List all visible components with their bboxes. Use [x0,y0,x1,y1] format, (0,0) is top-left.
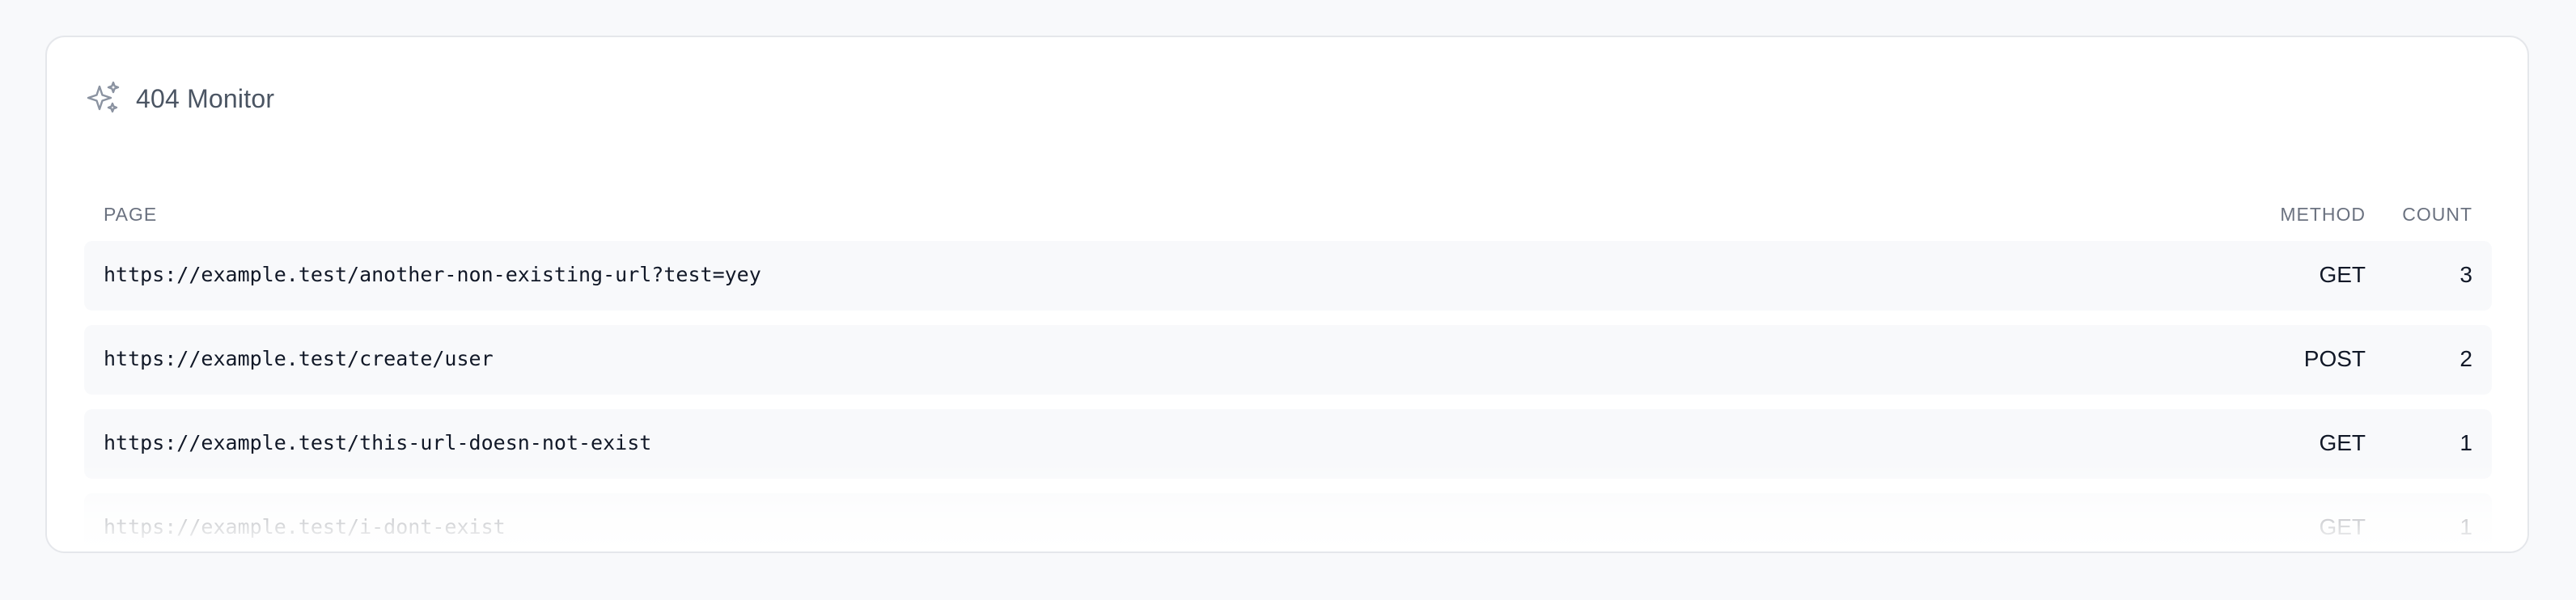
row-count: 3 [2459,262,2472,287]
row-method: POST [2303,346,2366,371]
row-count: 2 [2459,346,2472,371]
column-header-page: PAGE [104,204,158,225]
row-method: GET [2319,262,2366,287]
row-method: GET [2319,514,2366,539]
monitor-card: 404 Monitor PAGE METHOD COUNT https://ex… [45,36,2529,553]
card-header: 404 Monitor [86,76,274,121]
row-url: https://example.test/create/user [104,347,494,370]
column-header-count: COUNT [2402,204,2472,225]
row-method: GET [2319,430,2366,455]
table-row[interactable]: https://example.test/create/user POST 2 [84,325,2492,395]
not-found-table: PAGE METHOD COUNT https://example.test/a… [84,199,2492,551]
column-header-method: METHOD [2280,204,2366,225]
table-header: PAGE METHOD COUNT [84,199,2492,231]
row-url: https://example.test/another-non-existin… [104,263,761,286]
row-count: 1 [2459,430,2472,455]
card-title: 404 Monitor [136,83,275,113]
table-row[interactable]: https://example.test/i-dont-exist GET 1 [84,493,2492,551]
row-url: https://example.test/i-dont-exist [104,515,506,539]
sparkles-icon [86,80,123,117]
table-body: https://example.test/another-non-existin… [84,241,2492,551]
table-row[interactable]: https://example.test/another-non-existin… [84,241,2492,311]
row-count: 1 [2459,514,2472,539]
table-row[interactable]: https://example.test/this-url-doesn-not-… [84,409,2492,479]
row-url: https://example.test/this-url-doesn-not-… [104,431,652,454]
